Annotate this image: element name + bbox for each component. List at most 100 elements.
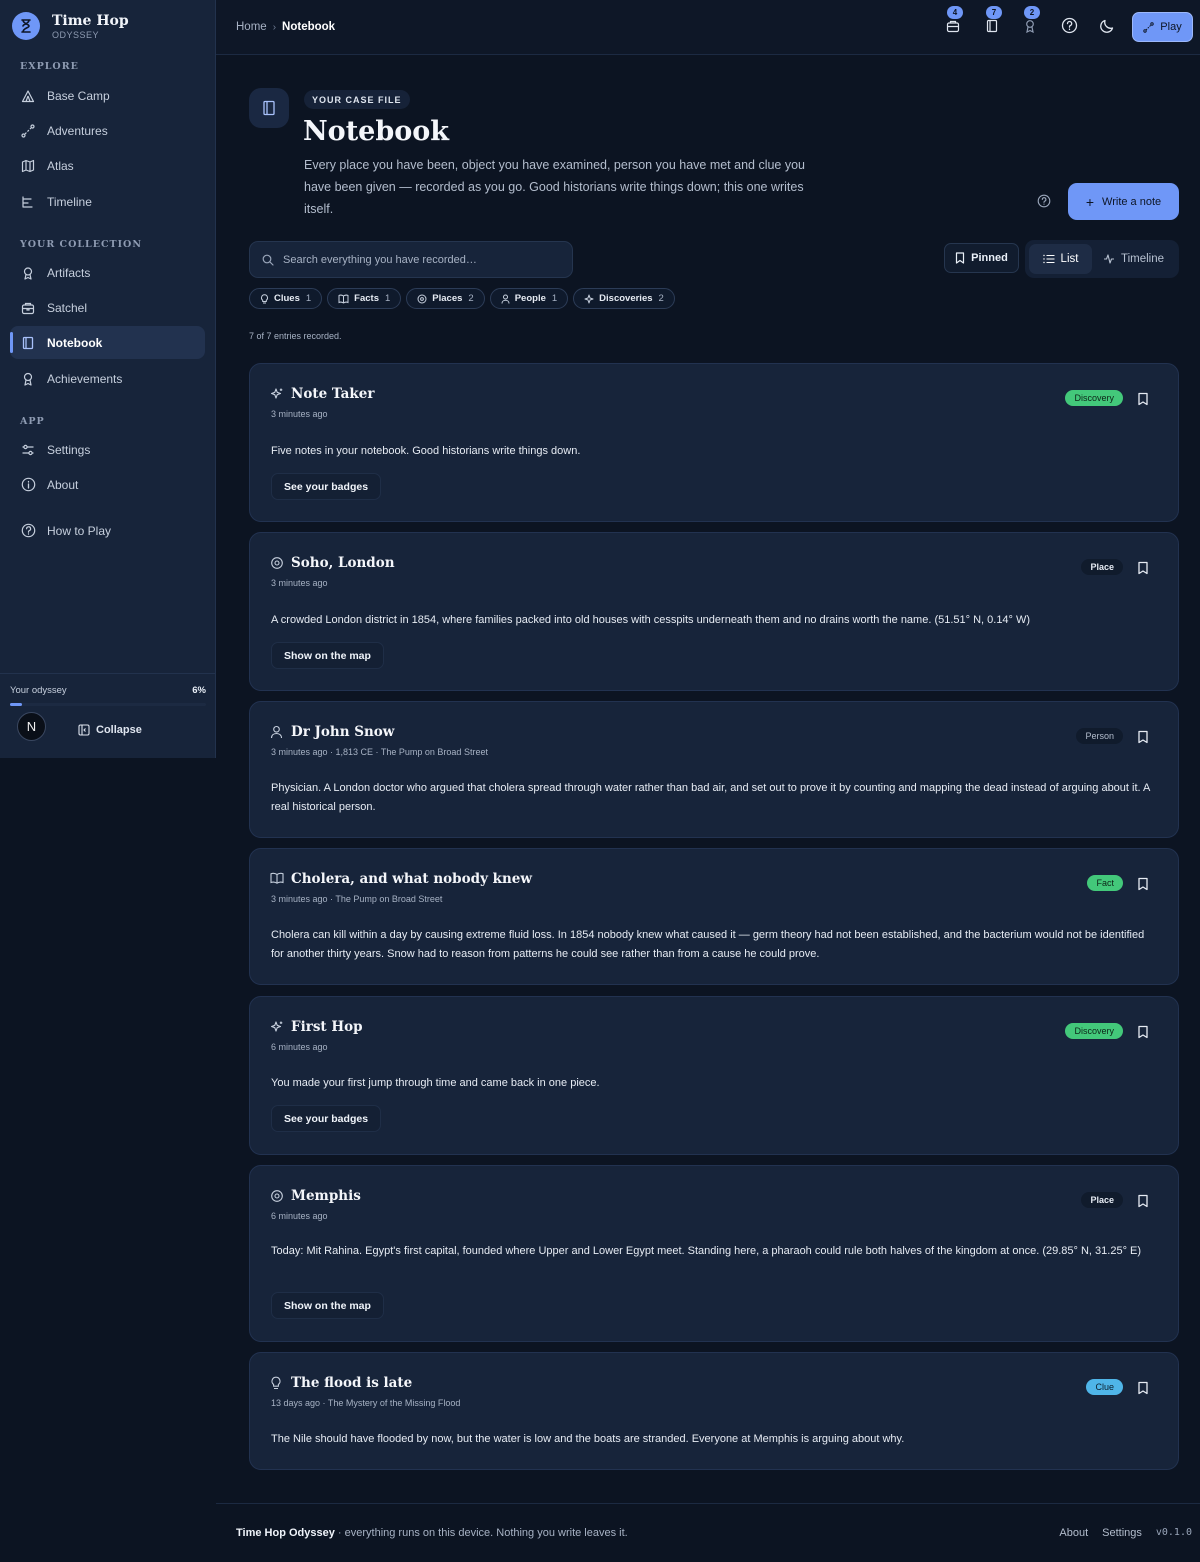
sidebar-item-atlas[interactable]: Atlas [10,149,205,182]
avatar[interactable]: N [17,712,46,741]
view-list-label: List [1060,253,1079,265]
satchel-button[interactable]: 4 [944,6,963,36]
notebook-entry[interactable]: First Hop 6 minutes ago Discovery You ma… [249,996,1179,1155]
pin-icon [417,294,427,304]
entry-title: Soho, London [270,555,395,571]
filter-chip-count: 1 [551,293,558,304]
bookmark-icon[interactable] [1137,392,1149,406]
filter-chip-label: Facts [354,293,379,304]
odyssey-progress-fill [10,703,22,706]
write-note-button[interactable]: + Write a note [1068,183,1179,220]
entry-tag-clue: Clue [1086,1379,1123,1395]
entry-title-text: Soho, London [291,555,395,571]
achievements-count-badge: 2 [1024,6,1040,19]
entry-title-text: Note Taker [291,386,375,402]
footer-links: About Settings v0.1.0 [1045,1527,1192,1539]
person-icon [270,725,284,739]
notebook-entry[interactable]: Cholera, and what nobody knew 3 minutes … [249,848,1179,985]
achievements-button[interactable]: 2 [1021,6,1040,36]
book-icon [270,872,284,886]
bookmark-icon[interactable] [1137,730,1149,744]
theme-toggle-button[interactable] [1098,18,1116,36]
view-toggle: List Timeline [1025,240,1179,278]
info-icon [20,477,36,493]
route-icon [20,123,36,139]
breadcrumb-separator: › [272,21,277,33]
entry-body: Today: Mit Rahina. Egypt's first capital… [271,1245,1142,1257]
bookmark-icon [955,252,965,264]
play-button[interactable]: Play [1132,12,1193,42]
pin-icon [270,556,284,570]
notebook-entry[interactable]: Dr John Snow 3 minutes ago · 1,813 CE · … [249,701,1179,838]
bookmark-icon[interactable] [1137,1194,1149,1208]
see-badges-button[interactable]: See your badges [271,1105,382,1132]
satchel-icon [946,19,960,36]
sidebar-item-settings[interactable]: Settings [10,433,205,466]
entry-meta: 3 minutes ago · 1,813 CE · The Pump on B… [271,747,488,757]
entry-meta: 6 minutes ago [271,1211,328,1221]
sidebar-item-adventures[interactable]: Adventures [10,114,205,147]
filter-chip-clues[interactable]: Clues 1 [249,288,323,309]
notebook-entry[interactable]: Note Taker 3 minutes ago Discovery Five … [249,363,1179,522]
person-icon [501,294,510,304]
filter-chip-people[interactable]: People 1 [489,288,569,309]
pinned-filter-button[interactable]: Pinned [944,243,1019,273]
sidebar-item-timeline[interactable]: Timeline [10,185,205,218]
top-bar: Home › Notebook 4 7 2 Play [216,0,1200,55]
filter-chip-discoveries[interactable]: Discoveries 2 [573,288,675,309]
bookmark-icon[interactable] [1137,1025,1149,1039]
show-on-map-button[interactable]: Show on the map [271,642,384,669]
search-box[interactable] [249,241,573,278]
satchel-icon [20,300,36,316]
bookmark-icon[interactable] [1137,877,1149,891]
sparkle-icon [270,387,284,401]
notebook-entry[interactable]: The flood is late 13 days ago · The Myst… [249,1352,1179,1470]
help-button[interactable] [1060,17,1078,36]
notebook-entry[interactable]: Memphis 6 minutes ago Place Today: Mit R… [249,1165,1179,1342]
sidebar-item-notebook[interactable]: Notebook [10,326,205,359]
entry-title: Memphis [270,1188,361,1204]
footer-divider [216,1503,1200,1504]
notebook-help-icon[interactable] [1037,194,1053,210]
collapse-button[interactable]: Collapse [78,724,142,736]
breadcrumb-home[interactable]: Home [236,21,267,33]
sidebar-item-label: Atlas [47,158,74,173]
bookmark-icon[interactable] [1137,1381,1149,1395]
sidebar-item-label: Notebook [47,335,103,350]
hourglass-icon [12,12,40,40]
sidebar-item-label: Timeline [47,194,92,209]
sidebar-item-label: Satchel [47,300,88,315]
sparkle-icon [270,1020,284,1034]
entry-tag-fact: Fact [1087,875,1123,891]
bookmark-icon[interactable] [1137,561,1149,575]
see-badges-button[interactable]: See your badges [271,473,382,500]
pinned-label: Pinned [971,252,1008,264]
sidebar-item-label: Adventures [47,123,108,138]
sidebar-item-satchel[interactable]: Satchel [10,291,205,324]
sidebar-item-achievements[interactable]: Achievements [10,362,205,395]
sidebar-item-about[interactable]: About [10,468,205,501]
view-timeline-label: Timeline [1120,253,1165,265]
search-icon [262,254,274,266]
sidebar-item-how-to-play[interactable]: How to Play [10,514,205,547]
filter-chip-count: 1 [385,293,391,304]
entry-title-text: Dr John Snow [291,724,395,740]
view-timeline-button[interactable]: Timeline [1092,244,1175,274]
filter-chip-facts[interactable]: Facts 1 [327,288,402,309]
footer-settings-link[interactable]: Settings [1102,1527,1142,1539]
filter-chip-count: 1 [305,293,312,304]
brand[interactable]: Time Hop ODYSSEY [12,12,129,40]
route-icon [1143,21,1154,33]
show-on-map-button[interactable]: Show on the map [271,1292,384,1319]
view-list-button[interactable]: List [1029,244,1092,274]
notebook-entry[interactable]: Soho, London 3 minutes ago Place A crowd… [249,532,1179,691]
entry-count: 7 of 7 entries recorded. [249,331,342,341]
sidebar-item-base-camp[interactable]: Base Camp [10,79,205,112]
sidebar-item-artifacts[interactable]: Artifacts [10,256,205,289]
footer-about-link[interactable]: About [1059,1527,1088,1539]
filter-chip-places[interactable]: Places 2 [406,288,485,309]
notebook-button[interactable]: 7 [983,6,1002,36]
brand-name: Time Hop [52,12,129,29]
search-input[interactable] [283,253,543,266]
help-icon [20,523,36,539]
